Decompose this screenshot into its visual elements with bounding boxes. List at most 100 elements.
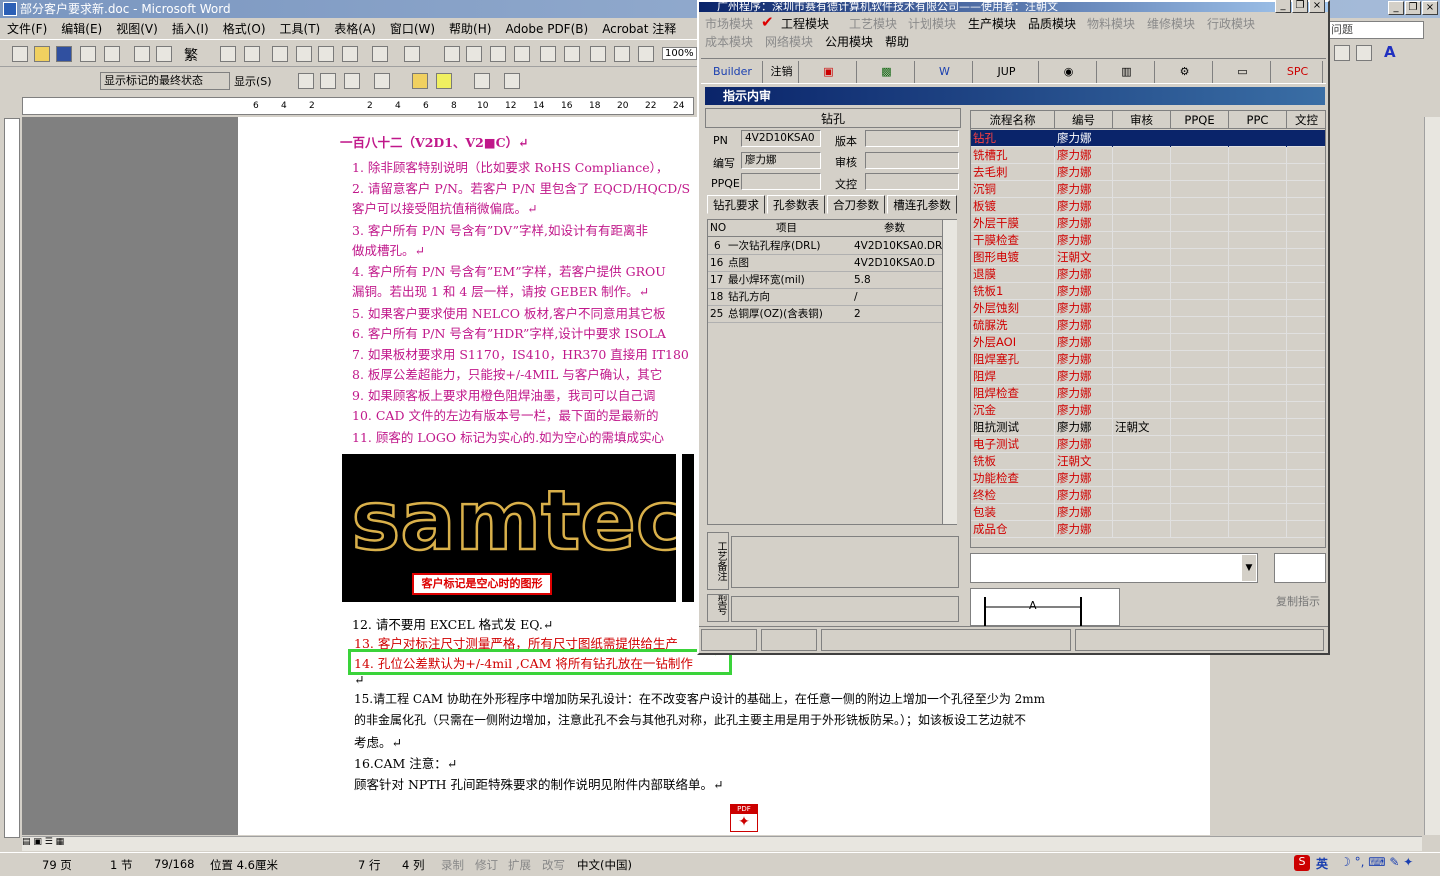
table-row[interactable]: 包装 廖力娜 — [971, 504, 1325, 521]
columns-icon[interactable] — [540, 46, 556, 62]
status-trk[interactable]: 修订 — [475, 857, 498, 873]
align-right-icon[interactable] — [1334, 45, 1350, 61]
eye-icon[interactable]: ◉ — [1041, 61, 1097, 83]
model-field[interactable] — [731, 596, 959, 622]
status-ovr[interactable]: 改写 — [542, 857, 565, 873]
format-painter-icon[interactable] — [342, 46, 358, 62]
menu-maintenance[interactable]: 维修模块 — [1147, 15, 1195, 32]
permission-icon[interactable] — [80, 46, 96, 62]
tab-tool-params[interactable]: 合刀参数 — [827, 195, 885, 214]
spelling-icon[interactable] — [220, 46, 236, 62]
ime-tools-icon[interactable]: ☽ °, ⌨ ✎ ✦ — [1340, 855, 1413, 869]
menu-common[interactable]: 公用模块 — [825, 33, 873, 50]
insert-table-icon[interactable] — [490, 46, 506, 62]
menu-tools[interactable]: 工具(T) — [273, 19, 328, 40]
menu-network[interactable]: 网络模块 — [765, 33, 813, 50]
excel-icon[interactable]: ▩ — [859, 61, 915, 83]
table-row[interactable]: 干膜检查 廖力娜 — [971, 232, 1325, 249]
open-folder-icon[interactable] — [34, 46, 50, 62]
menu-help[interactable]: 帮助(H) — [442, 19, 498, 40]
table-row[interactable]: 铣板1 廖力娜 — [971, 283, 1325, 300]
pdf-attachment-icon[interactable]: PDF ✦ — [730, 804, 758, 832]
sogou-icon[interactable]: S — [1294, 855, 1310, 871]
table-row[interactable]: 图形电镀 汪朝文 — [971, 249, 1325, 266]
view-buttons[interactable]: ▤ ▣ ☰ ▦ — [22, 837, 92, 851]
read-icon[interactable] — [638, 46, 654, 62]
table-row[interactable]: 硫脲洗 廖力娜 — [971, 317, 1325, 334]
computer-icon[interactable]: ▭ — [1215, 61, 1271, 83]
table-row[interactable]: 阻焊 廖力娜 — [971, 368, 1325, 385]
table-row[interactable]: 阻抗测试 廖力娜 汪朝文 — [971, 419, 1325, 436]
menu-table[interactable]: 表格(A) — [327, 19, 383, 40]
jup-button[interactable]: JUP — [975, 61, 1039, 83]
tables-borders-icon[interactable] — [466, 46, 482, 62]
table-row[interactable]: 铣板 汪朝文 — [971, 453, 1325, 470]
undo-icon[interactable] — [372, 46, 388, 62]
insert-comment-icon[interactable] — [412, 73, 428, 89]
doc-map-icon[interactable] — [590, 46, 606, 62]
menu-material[interactable]: 物料模块 — [1087, 15, 1135, 32]
help-search-input[interactable]: 问题 — [1328, 21, 1424, 39]
menu-process[interactable]: 工艺模块 — [849, 15, 897, 32]
table-row[interactable]: 电子测试 廖力娜 — [971, 436, 1325, 453]
menu-cost[interactable]: 成本模块 — [705, 33, 753, 50]
tab-drill-requirements[interactable]: 钻孔要求 — [707, 195, 765, 214]
menu-format[interactable]: 格式(O) — [216, 19, 273, 40]
research-icon[interactable] — [156, 46, 172, 62]
table-row[interactable]: 阻焊塞孔 廖力娜 — [971, 351, 1325, 368]
table-row[interactable]: 成品仓 廖力娜 — [971, 521, 1325, 538]
pn-field[interactable]: 4V2D10KSA0 — [741, 130, 821, 147]
table-row[interactable]: 外层AOI 廖力娜 — [971, 334, 1325, 351]
track-changes-icon[interactable] — [474, 73, 490, 89]
aux-field[interactable] — [1274, 553, 1326, 583]
paste-icon[interactable] — [318, 46, 334, 62]
copy-icon[interactable] — [296, 46, 312, 62]
flow-select[interactable]: ▼ — [970, 553, 1258, 583]
menu-help-erp[interactable]: 帮助 — [885, 33, 909, 50]
status-ext[interactable]: 扩展 — [508, 857, 531, 873]
menu-edit[interactable]: 编辑(E) — [54, 19, 109, 40]
menu-production[interactable]: 生产模块 — [968, 15, 1016, 32]
prev-change-icon[interactable] — [298, 73, 314, 89]
menu-insert[interactable]: 插入(I) — [165, 19, 216, 40]
show-menu-button[interactable]: 显示(S) — [234, 73, 272, 89]
show-hide-icon[interactable] — [614, 46, 630, 62]
table-row[interactable]: 板镀 廖力娜 — [971, 198, 1325, 215]
reviewing-pane-icon[interactable] — [504, 73, 520, 89]
hyperlink-icon[interactable] — [444, 46, 460, 62]
horizontal-ruler[interactable]: 6 4 2 2 4 6 8 10 12 14 16 18 20 22 24 — [22, 97, 694, 115]
table-row[interactable]: 16 点图 4V2D10KSA0.D — [708, 255, 942, 272]
tab-slot-params[interactable]: 槽连孔参数 — [887, 195, 957, 214]
accept-change-icon[interactable] — [344, 73, 360, 89]
research2-icon[interactable] — [244, 46, 260, 62]
param-scrollbar[interactable] — [942, 220, 957, 524]
new-doc-icon[interactable] — [12, 46, 28, 62]
network-icon[interactable]: ⚙ — [1157, 61, 1213, 83]
close-icon[interactable]: × — [1422, 1, 1438, 15]
erp-restore-icon[interactable]: ❐ — [1292, 0, 1308, 13]
version-field[interactable] — [865, 130, 959, 147]
builder-button[interactable]: Builder — [703, 61, 763, 83]
table-row[interactable]: 阻焊检查 廖力娜 — [971, 385, 1325, 402]
table-row[interactable]: 外层干膜 廖力娜 — [971, 215, 1325, 232]
table-row[interactable]: 25 总铜厚(OZ)(含表铜) 2 — [708, 306, 942, 323]
status-rec[interactable]: 录制 — [441, 857, 464, 873]
menu-file[interactable]: 文件(F) — [0, 19, 54, 40]
process-notes-field[interactable] — [731, 536, 959, 588]
menu-engineering[interactable]: 工程模块 — [781, 15, 829, 32]
cut-icon[interactable] — [272, 46, 288, 62]
markup-state-select[interactable]: 显示标记的最终状态 — [100, 72, 230, 90]
table-row[interactable]: 18 钻孔方向 / — [708, 289, 942, 306]
menu-acrobat[interactable]: Acrobat 注释 — [595, 19, 683, 40]
table-row[interactable]: 钻孔 廖力娜 — [971, 130, 1325, 147]
ppqe-field[interactable] — [741, 173, 821, 190]
erp-close-icon[interactable]: × — [1309, 0, 1325, 13]
table-row[interactable]: 退膜 廖力娜 — [971, 266, 1325, 283]
table-row[interactable]: 6 一次钻孔程序(DRL) 4V2D10KSA0.DRL — [708, 238, 948, 255]
horizontal-scrollbar[interactable]: ▤ ▣ ☰ ▦ — [22, 836, 1422, 851]
vertical-scrollbar[interactable] — [1424, 117, 1440, 835]
menu-admin[interactable]: 行政模块 — [1207, 15, 1255, 32]
creator-field[interactable]: 廖力娜 — [741, 152, 821, 169]
database-icon[interactable]: ▥ — [1099, 61, 1155, 83]
table-row[interactable]: 沉金 廖力娜 — [971, 402, 1325, 419]
